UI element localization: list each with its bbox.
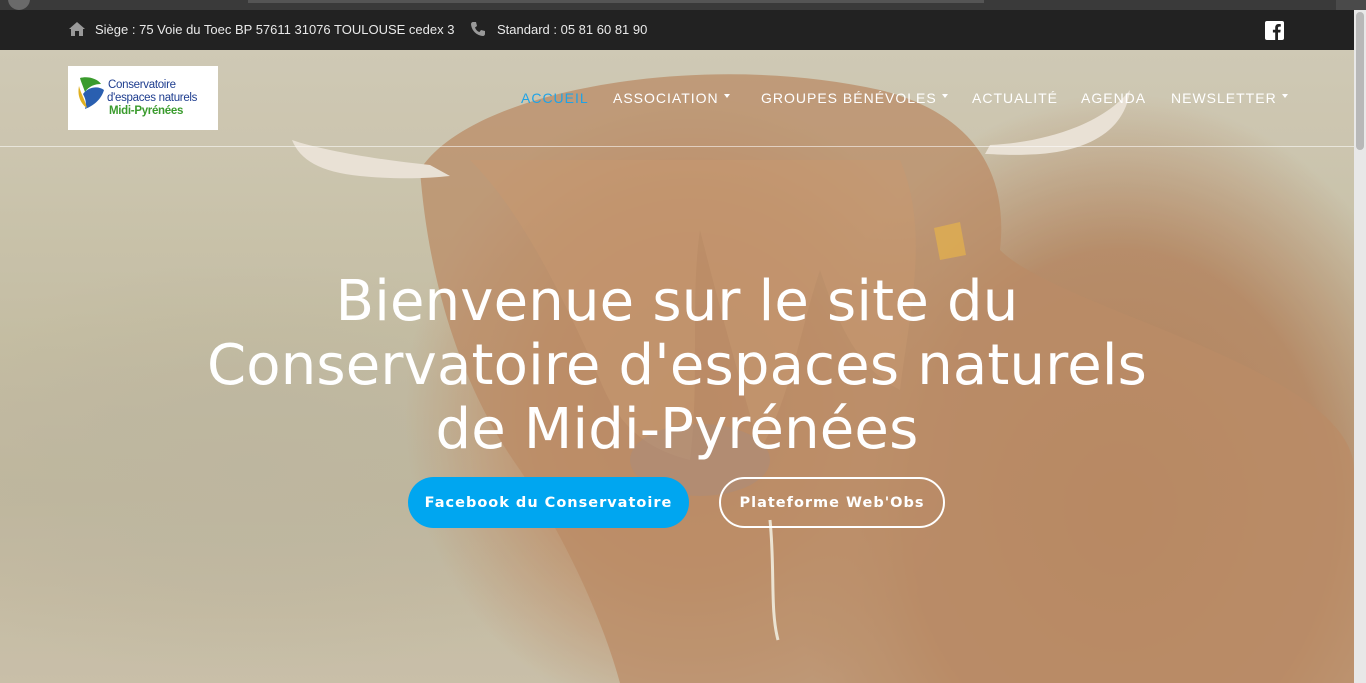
browser-chrome xyxy=(0,0,1366,10)
phone-text: Standard : 05 81 60 81 90 xyxy=(497,21,648,37)
top-info-bar: Siège : 75 Voie du Toec BP 57611 31076 T… xyxy=(0,10,1354,50)
nav-item-label: ACTUALITÉ xyxy=(972,90,1059,106)
browser-button[interactable] xyxy=(8,0,30,10)
hero-title-line: Conservatoire d'espaces naturels xyxy=(206,333,1148,398)
site-logo[interactable]: Conservatoire d'espaces naturels Midi-Py… xyxy=(68,66,218,130)
scrollbar-thumb[interactable] xyxy=(1356,12,1364,150)
nav-item-association[interactable]: ASSOCIATION xyxy=(613,90,730,106)
hero-title-line: Bienvenue sur le site du xyxy=(335,269,1019,334)
caret-down-icon xyxy=(1281,94,1288,98)
facebook-icon[interactable] xyxy=(1265,21,1284,40)
page-scrollbar[interactable] xyxy=(1354,10,1366,683)
hero-title-line: de Midi-Pyrénées xyxy=(435,397,919,462)
webobs-button[interactable]: Plateforme Web'Obs xyxy=(719,477,945,528)
phone-icon xyxy=(470,21,488,37)
nav-item-label: ACCUEIL xyxy=(521,90,589,106)
hero-section: Conservatoire d'espaces naturels Midi-Py… xyxy=(0,50,1354,683)
nav-item-accueil[interactable]: ACCUEIL xyxy=(521,90,589,106)
nav-item-label: ASSOCIATION xyxy=(613,90,719,106)
home-icon xyxy=(68,21,86,37)
caret-down-icon xyxy=(941,94,948,98)
header-divider xyxy=(0,146,1354,147)
logo-text-line3: Midi-Pyrénées xyxy=(109,105,184,117)
caret-down-icon xyxy=(723,94,730,98)
nav-item-groupes-benevoles[interactable]: GROUPES BÉNÉVOLES xyxy=(761,90,948,106)
address-bar[interactable] xyxy=(248,0,984,3)
logo-leaf-icon xyxy=(78,77,104,109)
nav-item-newsletter[interactable]: NEWSLETTER xyxy=(1171,90,1288,106)
hero-title: Bienvenue sur le site du Conservatoire d… xyxy=(177,270,1177,462)
nav-item-label: AGENDA xyxy=(1081,90,1147,106)
nav-item-label: NEWSLETTER xyxy=(1171,90,1277,106)
address-text: Siège : 75 Voie du Toec BP 57611 31076 T… xyxy=(95,21,455,37)
facebook-button[interactable]: Facebook du Conservatoire xyxy=(408,477,689,528)
nav-item-label: GROUPES BÉNÉVOLES xyxy=(761,90,937,106)
logo-text-line1: Conservatoire xyxy=(108,79,176,91)
nav-item-actualite[interactable]: ACTUALITÉ xyxy=(972,90,1058,106)
browser-corner xyxy=(1336,0,1366,10)
address-info: Siège : 75 Voie du Toec BP 57611 31076 T… xyxy=(68,21,454,37)
phone-info: Standard : 05 81 60 81 90 xyxy=(470,21,647,37)
nav-item-agenda[interactable]: AGENDA xyxy=(1081,90,1146,106)
logo-text-line2: d'espaces naturels xyxy=(107,92,198,104)
